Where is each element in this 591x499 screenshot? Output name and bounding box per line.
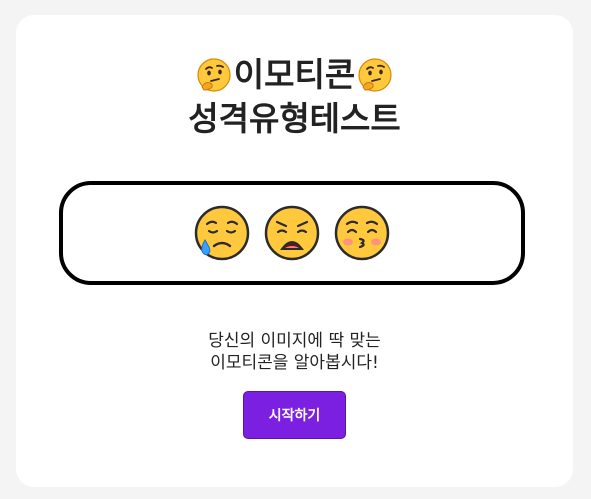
- thinking-face-icon: [196, 57, 232, 93]
- description-line-1: 당신의 이미지에 딱 맞는: [208, 331, 381, 351]
- title-text-2: 성격유형테스트: [188, 99, 401, 138]
- page-title: 이모티콘 성격유형테스트: [16, 53, 573, 141]
- thinking-face-icon: [357, 57, 393, 93]
- kissing-face-closed-eyes-icon: [333, 204, 391, 262]
- title-text-1: 이모티콘: [233, 55, 356, 94]
- title-line-1: 이모티콘: [16, 53, 573, 97]
- weary-face-icon: [263, 204, 321, 262]
- title-line-2: 성격유형테스트: [16, 97, 573, 141]
- description: 당신의 이미지에 딱 맞는 이모티콘을 알아봅시다!: [16, 330, 573, 374]
- start-button[interactable]: 시작하기: [243, 391, 346, 439]
- description-line-2: 이모티콘을 알아봅시다!: [210, 353, 379, 373]
- sad-but-relieved-face-icon: [193, 204, 251, 262]
- emoji-preview-box: [59, 181, 525, 285]
- main-card: 이모티콘 성격유형테스트 당신의 이미지에 딱 맞는 이모티콘을 알아봅시다! …: [16, 15, 573, 487]
